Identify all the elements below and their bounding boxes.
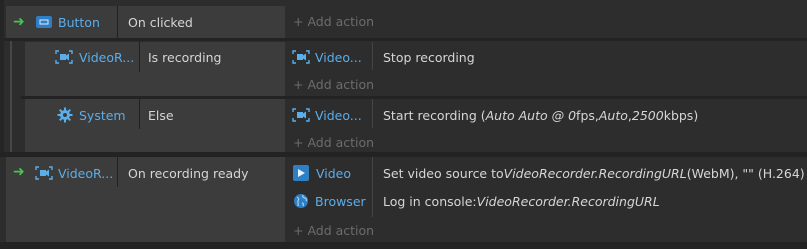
event-1-condition[interactable]: On clicked bbox=[128, 11, 193, 33]
event-2-action-2-object-label: Browser bbox=[315, 193, 366, 209]
add-action-button[interactable]: + Add action bbox=[293, 132, 374, 152]
add-action-label: + Add action bbox=[293, 13, 375, 29]
action-text-part: (WebM), "" (H.264) bbox=[686, 165, 805, 181]
subevent-branch-line bbox=[10, 41, 12, 152]
subevent-1-action-text: Stop recording bbox=[383, 49, 475, 65]
event-2-condition[interactable]: On recording ready bbox=[128, 162, 249, 184]
event-separator bbox=[0, 38, 807, 41]
subevent-1-action-divider bbox=[372, 42, 373, 70]
subevent-1-object[interactable]: VideoR... bbox=[55, 46, 134, 68]
subevent-2-action-divider bbox=[372, 99, 373, 128]
subevent-2-action[interactable]: Start recording (Auto Auto @ 0 fps, Auto… bbox=[383, 104, 698, 126]
event-2-object-label: VideoR... bbox=[58, 165, 114, 181]
event-2-action-2[interactable]: Log in console: VideoRecorder.RecordingU… bbox=[383, 190, 660, 212]
add-action-button[interactable]: + Add action bbox=[293, 220, 374, 240]
subevent-2-condition-label: Else bbox=[148, 107, 174, 123]
gear-icon bbox=[57, 107, 73, 123]
action-text-part: kbps) bbox=[663, 107, 699, 123]
action-param: VideoRecorder.RecordingURL bbox=[476, 193, 660, 209]
subevent-1-condition-label: Is recording bbox=[148, 49, 222, 65]
add-action-label: + Add action bbox=[293, 134, 375, 150]
action-param: VideoRecorder.RecordingURL bbox=[503, 165, 687, 181]
event-2-action-divider bbox=[372, 157, 373, 217]
add-action-label: + Add action bbox=[293, 76, 375, 92]
event-2-object[interactable]: VideoR... bbox=[35, 162, 113, 184]
subevent-1-object-label: VideoR... bbox=[79, 49, 135, 65]
event-1-trigger-arrow: ➜ bbox=[13, 14, 25, 30]
video-recorder-icon bbox=[292, 108, 310, 122]
subevent-divider bbox=[139, 99, 140, 129]
subevent-2-object-label: System bbox=[79, 107, 126, 123]
subevent-1-condition[interactable]: Is recording bbox=[148, 46, 221, 68]
event-1-object-label: Button bbox=[58, 14, 100, 30]
event-1-object[interactable]: Button bbox=[36, 11, 100, 33]
subevent-1-action-object-label: Video... bbox=[315, 49, 362, 65]
subevent-1-action[interactable]: Stop recording bbox=[383, 46, 475, 68]
action-param: Auto bbox=[598, 107, 628, 123]
subevent-2-object[interactable]: System bbox=[57, 104, 126, 126]
event-2-trigger-arrow: ➜ bbox=[13, 164, 25, 180]
event-2-action-1-object[interactable]: Video bbox=[293, 162, 351, 184]
subevent-divider bbox=[139, 42, 140, 72]
event-2-action-2-object[interactable]: Browser bbox=[293, 190, 366, 212]
add-action-button[interactable]: + Add action bbox=[293, 11, 374, 31]
action-text-part: fps, bbox=[576, 107, 599, 123]
video-recorder-icon bbox=[35, 166, 53, 180]
subevent-2-condition[interactable]: Else bbox=[148, 104, 174, 126]
video-icon bbox=[293, 165, 309, 181]
add-action-button[interactable]: + Add action bbox=[293, 74, 374, 94]
action-text-part: Log in console: bbox=[383, 193, 477, 209]
subevent-2-action-object-label: Video... bbox=[315, 107, 362, 123]
video-recorder-icon bbox=[55, 50, 73, 64]
add-action-label: + Add action bbox=[293, 222, 375, 238]
event-separator bbox=[0, 242, 807, 249]
action-text-part: Set video source to bbox=[383, 165, 504, 181]
event-divider bbox=[117, 6, 118, 38]
button-icon bbox=[36, 16, 52, 28]
video-recorder-icon bbox=[292, 50, 310, 64]
event-divider bbox=[117, 157, 118, 187]
subevent-indent-guide bbox=[0, 0, 4, 152]
subevent-2-action-object[interactable]: Video... bbox=[292, 104, 362, 126]
event-2-condition-label: On recording ready bbox=[128, 165, 249, 181]
action-param: 2500 bbox=[631, 107, 664, 123]
subevent-1-action-object[interactable]: Video... bbox=[292, 46, 362, 68]
event-2-action-1[interactable]: Set video source to VideoRecorder.Record… bbox=[383, 162, 805, 184]
action-param: Auto Auto @ 0 bbox=[485, 107, 577, 123]
action-text-part: Start recording ( bbox=[383, 107, 486, 123]
event-2-action-1-object-label: Video bbox=[316, 165, 352, 181]
event-1-condition-label: On clicked bbox=[128, 14, 193, 30]
globe-icon bbox=[293, 193, 309, 209]
